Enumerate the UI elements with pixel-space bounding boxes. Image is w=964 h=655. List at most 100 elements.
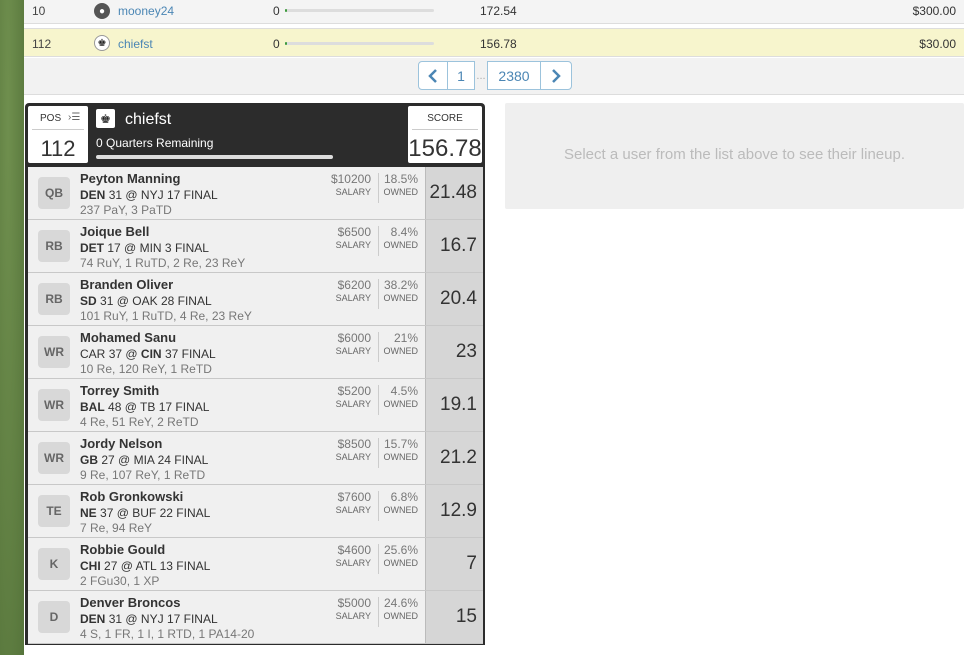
salary-label: SALARY: [335, 187, 371, 197]
game-status: FINAL: [183, 188, 218, 202]
owned-value: 6.8%: [390, 490, 418, 504]
score-label: SCORE: [427, 113, 463, 124]
game-score: GB 27 @ MIA 24 FINAL: [80, 453, 208, 467]
score-box: SCORE 156.78: [408, 106, 482, 163]
salary-label: SALARY: [335, 293, 371, 303]
points-value: 172.54: [480, 4, 517, 18]
position-box: POS ›☰ 112: [28, 106, 88, 163]
salary-value: $4600: [337, 543, 371, 557]
fantasy-points: 21.48: [425, 167, 483, 219]
game-score: SD 31 @ OAK 28 FINAL: [80, 294, 212, 308]
pagination-ellipsis: ...: [476, 69, 486, 82]
player-name: Robbie Gould: [80, 542, 166, 557]
rank: 10: [32, 4, 46, 18]
fantasy-points: 19.1: [425, 379, 483, 431]
player-row[interactable]: WR Jordy Nelson GB 27 @ MIA 24 FINAL 9 Re, …: [28, 432, 483, 485]
team: CAR: [80, 347, 106, 361]
player-row[interactable]: QB Peyton Manning DEN 31 @ NYJ 17 FINAL 237…: [28, 167, 483, 220]
pos-label: POS: [40, 113, 62, 124]
fantasy-points: 21.2: [425, 432, 483, 484]
opponent-score: 24: [157, 453, 171, 467]
player-row[interactable]: WR Torrey Smith BAL 48 @ TB 17 FINAL 4 Re, …: [28, 379, 483, 432]
opponent-score: 17: [158, 400, 173, 414]
at-sign: @: [116, 294, 129, 308]
owned-value: 21%: [393, 331, 418, 345]
team: GB: [80, 453, 98, 467]
points-value: 156.78: [480, 37, 517, 51]
owned-label: OWNED: [383, 558, 419, 568]
username-link[interactable]: chiefst: [118, 37, 153, 51]
player-name: Peyton Manning: [80, 171, 181, 186]
salary-label: SALARY: [335, 240, 371, 250]
opponent: TB: [140, 400, 156, 414]
pagination-bar: 1 ... 2380: [24, 58, 964, 95]
at-sign: @: [124, 400, 137, 414]
user-avatar-icon: ●: [94, 3, 110, 19]
team: DET: [80, 241, 104, 255]
player-name: Denver Broncos: [80, 595, 181, 610]
player-stats: 74 RuY, 1 RuTD, 2 Re, 23 ReY: [80, 256, 246, 270]
list-icon[interactable]: ›☰: [68, 112, 80, 123]
game-status: FINAL: [174, 241, 209, 255]
owned-value: 38.2%: [383, 278, 418, 292]
owned-value: 25.6%: [383, 543, 418, 557]
position-badge: K: [38, 548, 70, 580]
at-sign: @: [125, 347, 138, 361]
game-status: FINAL: [175, 400, 210, 414]
fantasy-points: 16.7: [425, 220, 483, 272]
opponent: MIN: [139, 241, 162, 255]
username-link[interactable]: mooney24: [118, 4, 174, 18]
player-name: Joique Bell: [80, 224, 150, 239]
at-sign: @: [118, 453, 131, 467]
owned-value: 18.5%: [383, 172, 418, 186]
game-score: DEN 31 @ NYJ 17 FINAL: [80, 612, 218, 626]
game-status: FINAL: [176, 559, 211, 573]
position-badge: D: [38, 601, 70, 633]
player-stats: 101 RuY, 1 RuTD, 4 Re, 23 ReY: [80, 309, 252, 323]
select-user-message: Select a user from the list above to see…: [563, 146, 905, 163]
at-sign: @: [125, 188, 138, 202]
page-1-button[interactable]: 1: [448, 61, 475, 90]
prize-value: $30.00: [919, 37, 956, 51]
salary-label: SALARY: [335, 611, 371, 621]
standings-row-selected[interactable]: 112 ♚ chiefst 0 156.78 $30.00: [24, 28, 964, 57]
player-row[interactable]: WR Mohamed Sanu CAR 37 @ CIN 37 FINAL 10 Re…: [28, 326, 483, 379]
player-row[interactable]: K Robbie Gould CHI 27 @ ATL 13 FINAL 2 FGu3…: [28, 538, 483, 591]
player-stats: 4 S, 1 FR, 1 I, 1 RTD, 1 PA14-20: [80, 627, 255, 641]
fantasy-points: 23: [425, 326, 483, 378]
score-value: 156.78: [408, 135, 482, 162]
game-score: BAL 48 @ TB 17 FINAL: [80, 400, 209, 414]
salary-value: $5200: [337, 384, 371, 398]
salary-value: $6000: [337, 331, 371, 345]
user-avatar-icon: ♚: [96, 109, 115, 128]
position-badge: RB: [38, 230, 70, 262]
background-grass: [0, 0, 24, 655]
contest-content: 10 ● mooney24 0 172.54 $300.00 112 ♚ chi…: [24, 0, 964, 655]
team-score: 48: [108, 400, 122, 414]
prev-page-button[interactable]: [418, 61, 448, 90]
team-score: 31: [108, 612, 123, 626]
owned-label: OWNED: [383, 293, 419, 303]
player-row[interactable]: TE Rob Gronkowski NE 37 @ BUF 22 FINAL 7 Re…: [28, 485, 483, 538]
salary-label: SALARY: [335, 558, 371, 568]
owned-label: OWNED: [383, 399, 419, 409]
chevron-left-icon: [428, 68, 437, 83]
game-status: FINAL: [183, 612, 218, 626]
opponent: NYJ: [140, 188, 164, 202]
opponent-score: 17: [166, 188, 181, 202]
player-row[interactable]: RB Joique Bell DET 17 @ MIN 3 FINAL 74 RuY,…: [28, 220, 483, 273]
player-row[interactable]: D Denver Broncos DEN 31 @ NYJ 17 FINAL 4 S,…: [28, 591, 483, 644]
salary-label: SALARY: [335, 452, 371, 462]
fantasy-points: 15: [425, 591, 483, 643]
standings-row[interactable]: 10 ● mooney24 0 172.54 $300.00: [24, 0, 964, 24]
opponent: ATL: [135, 559, 157, 573]
team-score: 27: [104, 559, 118, 573]
next-page-button[interactable]: [540, 61, 572, 90]
player-row[interactable]: RB Branden Oliver SD 31 @ OAK 28 FINAL 101 …: [28, 273, 483, 326]
opponent-score: 13: [159, 559, 173, 573]
last-page-button[interactable]: 2380: [487, 61, 540, 90]
team-score: 37: [108, 347, 123, 361]
player-stats: 4 Re, 51 ReY, 2 ReTD: [80, 415, 199, 429]
game-status: FINAL: [176, 506, 211, 520]
opponent-score: 22: [159, 506, 173, 520]
